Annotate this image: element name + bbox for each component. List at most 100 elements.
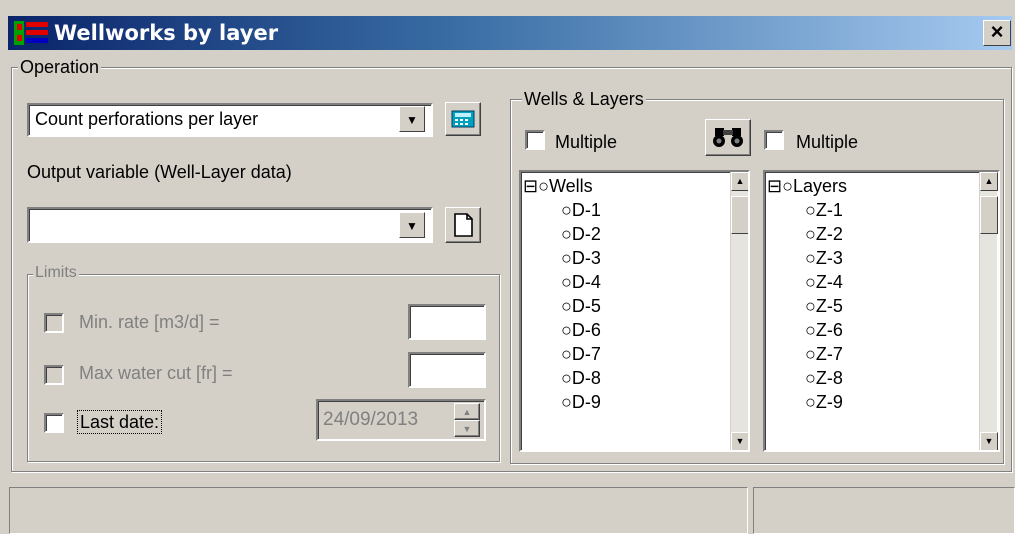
node-icon: ○ [561,368,572,388]
list-item[interactable]: ○D-8 [561,367,601,390]
scroll-down-button[interactable]: ▼ [980,432,998,450]
node-icon: ○ [561,296,572,316]
node-icon: ○ [561,344,572,364]
chevron-down-icon: ▼ [406,113,418,127]
limits-group-label: Limits [33,264,79,282]
layer-label: Z-1 [815,200,843,220]
well-label: D-5 [571,296,601,316]
close-button[interactable]: × [983,20,1011,46]
min-rate-input[interactable] [408,304,486,340]
list-item[interactable]: ○Z-8 [805,367,843,390]
binoculars-icon [713,128,743,147]
list-item[interactable]: ○Z-1 [805,199,843,222]
last-date-checkbox[interactable] [44,413,64,433]
layers-multiple-checkbox[interactable] [764,130,784,150]
list-item[interactable]: ○D-5 [561,295,601,318]
list-item[interactable]: ○Z-3 [805,247,843,270]
wells-tree[interactable]: ⊟○Wells ○D-1 ○D-2 ○D-3 ○D-4 ○D-5 ○D-6 ○D… [519,170,750,452]
list-item[interactable]: ○Z-4 [805,271,843,294]
list-item[interactable]: ○D-4 [561,271,601,294]
status-panel-secondary [753,487,1015,534]
layer-label: Z-6 [815,320,843,340]
node-icon: ○ [561,224,572,244]
new-document-button[interactable] [445,207,481,243]
scroll-thumb[interactable] [731,196,748,234]
date-spin-down[interactable]: ▼ [454,420,480,437]
node-icon: ○ [805,296,816,316]
layers-tree[interactable]: ⊟○Layers ○Z-1 ○Z-2 ○Z-3 ○Z-4 ○Z-5 ○Z-6 ○… [763,170,1000,452]
list-item[interactable]: ○D-3 [561,247,601,270]
date-spin-up[interactable]: ▲ [454,403,480,420]
window-title: Wellworks by layer [54,21,279,45]
output-variable-select[interactable] [27,207,433,243]
find-button[interactable] [705,119,751,156]
node-icon: ○ [805,200,816,220]
tree-root-wells[interactable]: ⊟○Wells [523,175,593,198]
chevron-down-icon: ▼ [406,219,418,233]
min-rate-label: Min. rate [m3/d] = [79,312,220,332]
output-variable-label: Output variable (Well-Layer data) [27,162,292,182]
list-item[interactable]: ○D-2 [561,223,601,246]
list-item[interactable]: ○Z-2 [805,223,843,246]
node-icon: ○ [782,176,793,196]
well-label: D-7 [571,344,601,364]
max-water-cut-input[interactable] [408,352,486,388]
node-icon: ○ [561,200,572,220]
layer-label: Z-9 [815,392,843,412]
scroll-up-button[interactable]: ▲ [980,172,998,191]
node-icon: ○ [805,248,816,268]
list-item[interactable]: ○Z-7 [805,343,843,366]
list-item[interactable]: ○D-7 [561,343,601,366]
node-icon: ○ [538,176,549,196]
min-rate-checkbox[interactable] [44,313,64,333]
node-icon: ○ [561,248,572,268]
node-icon: ○ [805,392,816,412]
layer-label: Z-7 [815,344,843,364]
well-label: D-8 [571,368,601,388]
layer-label: Z-5 [815,296,843,316]
well-label: D-1 [571,200,601,220]
operation-select[interactable]: Count perforations per layer [27,103,433,137]
scroll-thumb[interactable] [980,196,998,234]
wells-scrollbar[interactable]: ▲ ▼ [730,172,748,450]
collapse-icon[interactable]: ⊟ [523,176,538,196]
status-panel-main [9,487,748,534]
max-water-cut-label: Max water cut [fr] = [79,363,233,383]
last-date-value: 24/09/2013 [323,409,419,430]
new-document-icon [454,213,473,237]
tree-root-layers[interactable]: ⊟○Layers [767,175,847,198]
list-item[interactable]: ○D-6 [561,319,601,342]
well-label: D-4 [571,272,601,292]
last-date-picker[interactable]: 24/09/2013 ▲ ▼ [316,399,486,441]
layers-scrollbar[interactable]: ▲ ▼ [979,172,998,450]
node-icon: ○ [561,392,572,412]
operation-group-label: Operation [18,57,102,77]
operation-dropdown-button[interactable]: ▼ [399,106,425,132]
node-icon: ○ [805,272,816,292]
last-date-label: Last date: [77,410,163,434]
list-item[interactable]: ○Z-5 [805,295,843,318]
well-label: D-3 [571,248,601,268]
calculator-button[interactable] [445,102,481,136]
wells-multiple-checkbox[interactable] [525,130,545,150]
list-item[interactable]: ○Z-9 [805,391,843,414]
output-dropdown-button[interactable]: ▼ [399,212,425,238]
operation-select-value: Count perforations per layer [35,109,259,129]
well-label: D-2 [571,224,601,244]
node-icon: ○ [561,272,572,292]
collapse-icon[interactable]: ⊟ [767,176,782,196]
max-water-cut-checkbox[interactable] [44,365,64,385]
scroll-down-button[interactable]: ▼ [731,432,748,450]
app-icon [14,21,48,45]
wells-multiple-label: Multiple [555,132,618,152]
tree-root-label: Layers [792,176,847,196]
layers-multiple-label: Multiple [796,132,859,152]
list-item[interactable]: ○D-9 [561,391,601,414]
list-item[interactable]: ○D-1 [561,199,601,222]
node-icon: ○ [561,320,572,340]
list-item[interactable]: ○Z-6 [805,319,843,342]
scroll-up-button[interactable]: ▲ [731,172,748,191]
well-label: D-6 [571,320,601,340]
node-icon: ○ [805,368,816,388]
layer-label: Z-8 [815,368,843,388]
